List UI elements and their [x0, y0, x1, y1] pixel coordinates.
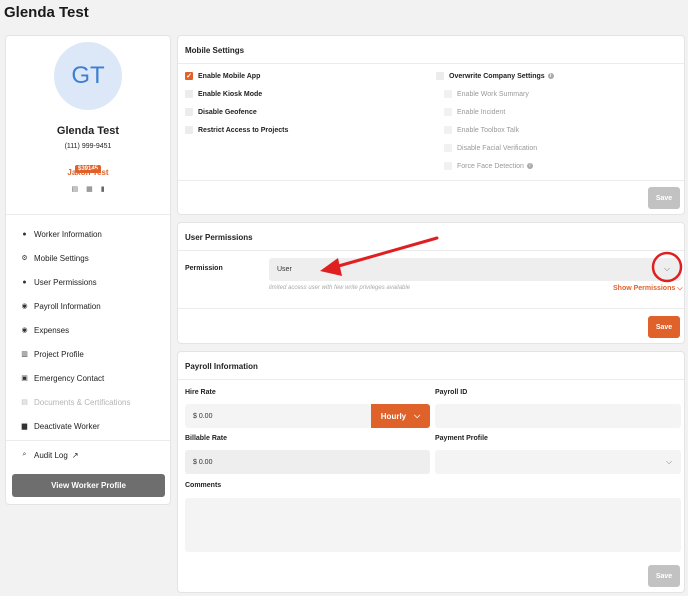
annotation-arrow-line	[333, 236, 439, 269]
annotation-circle	[651, 251, 683, 283]
annotation-overlay	[320, 236, 683, 283]
annotation-arrowhead-icon	[320, 258, 342, 276]
